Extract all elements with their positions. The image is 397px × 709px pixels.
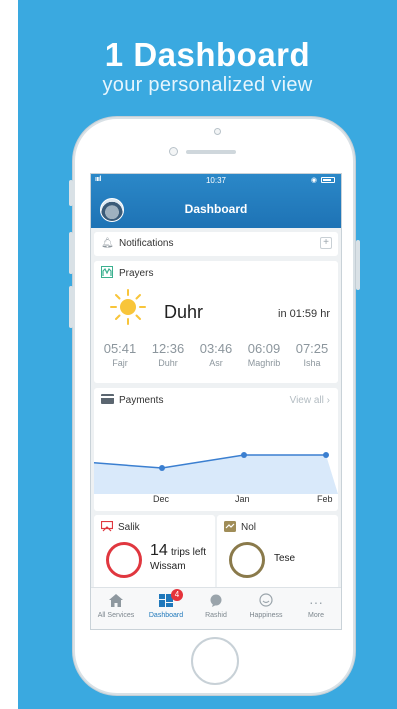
sensor-dot — [214, 128, 221, 135]
prayers-card[interactable]: Prayers Duhr in 01:59 hr 05:41 Fajr 12:36… — [94, 261, 338, 383]
power-button — [356, 240, 360, 290]
tab-label: More — [308, 612, 324, 619]
prayers-icon — [101, 266, 113, 281]
tab-label: Rashid — [205, 612, 227, 619]
notification-badge: 4 — [171, 589, 183, 601]
nol-title: Nol — [241, 522, 257, 533]
prayer-name: Asr — [209, 358, 223, 368]
prayer-time-item: 07:25 Isha — [296, 341, 329, 368]
card-icon — [101, 394, 114, 407]
page-title: Dashboard — [184, 202, 248, 216]
prayer-name: Fajr — [112, 358, 128, 368]
status-time: 10:37 — [205, 176, 227, 185]
nol-icon — [224, 521, 236, 535]
view-all-link[interactable]: View all › — [290, 395, 330, 406]
payments-point — [241, 452, 247, 458]
battery-icon — [321, 177, 335, 183]
prayer-time-item: 12:36 Duhr — [152, 341, 185, 368]
app-screen: ıııl 10:37 ◉ Dashboard 🔔︎ Notifications … — [90, 173, 342, 630]
chevron-right-icon: › — [326, 395, 330, 406]
notifications-title: Notifications — [119, 238, 174, 249]
prayer-time-item: 03:46 Asr — [200, 341, 233, 368]
front-camera — [169, 147, 178, 156]
sun-icon — [110, 289, 146, 325]
x-tick-label: Dec — [153, 494, 170, 504]
tab-happiness[interactable]: Happiness — [241, 588, 291, 629]
tab-label: Dashboard — [148, 612, 184, 619]
salik-icon — [100, 520, 114, 535]
prayer-name: Maghrib — [247, 358, 281, 368]
trips-count: 14 — [150, 542, 168, 559]
tab-label: All Services — [97, 612, 135, 619]
bell-icon: 🔔︎ — [101, 238, 114, 249]
nol-balance-ring — [229, 542, 265, 578]
payments-chart — [94, 452, 338, 494]
dashboard-icon — [141, 593, 191, 611]
payments-point — [323, 452, 329, 458]
nol-card[interactable]: Nol Tese — [217, 515, 338, 595]
trips-label: trips left — [171, 547, 207, 558]
tab-rashid[interactable]: Rashid — [191, 588, 241, 629]
tab-more[interactable]: ··· More — [291, 588, 341, 629]
salik-card[interactable]: Salik 14 trips left Wissam — [94, 515, 215, 595]
smile-icon — [241, 593, 291, 611]
prayer-time: 05:41 — [103, 341, 137, 356]
add-notification-button[interactable]: + — [320, 237, 332, 249]
x-tick-label: Feb — [317, 494, 333, 504]
notifications-card[interactable]: 🔔︎ Notifications + — [94, 232, 338, 256]
salik-title: Salik — [118, 522, 140, 533]
prayer-name: Isha — [303, 358, 321, 368]
payments-area — [94, 455, 338, 494]
status-icons: ◉ — [311, 176, 335, 184]
prayer-time: 06:09 — [247, 341, 281, 356]
prayer-time: 03:46 — [199, 341, 233, 356]
mute-switch — [69, 180, 73, 206]
salik-account-name: Wissam — [150, 561, 186, 572]
prayer-name: Duhr — [158, 358, 178, 368]
tab-all-services[interactable]: All Services — [91, 588, 141, 629]
x-tick-label: Jan — [235, 494, 250, 504]
salik-balance-ring — [106, 542, 142, 578]
hero-title: 1 Dashboard — [104, 36, 311, 73]
prayers-title: Prayers — [119, 268, 154, 279]
view-all-label: View all — [289, 395, 324, 406]
prayer-time: 07:25 — [295, 341, 329, 356]
prayer-countdown: in 01:59 hr — [278, 308, 330, 320]
tab-dashboard[interactable]: 4 Dashboard — [141, 588, 191, 629]
app-header: ıııl 10:37 ◉ Dashboard — [91, 174, 341, 228]
prayer-time: 12:36 — [151, 341, 185, 356]
volume-up-button — [69, 232, 73, 274]
lock-rotation-icon: ◉ — [310, 177, 317, 184]
hero-subtitle: your personalized view — [102, 74, 313, 96]
bottom-tab-bar: All Services 4 Dashboard Rashid Happines… — [91, 587, 341, 629]
prayer-time-item: 06:09 Maghrib — [248, 341, 281, 368]
tab-label: Happiness — [249, 612, 283, 619]
nol-card-name: Tese — [274, 553, 296, 564]
speaker-grille — [186, 150, 236, 154]
home-icon — [91, 593, 141, 611]
payments-title: Payments — [119, 395, 164, 406]
home-button[interactable] — [191, 637, 239, 685]
payments-card[interactable]: Payments View all › Dec Jan Feb — [94, 388, 338, 511]
current-prayer: Duhr — [164, 302, 204, 322]
prayer-times-row: 05:41 Fajr 12:36 Duhr 03:46 Asr 06:09 Maghri… — [94, 341, 338, 368]
prayer-time-item: 05:41 Fajr — [104, 341, 137, 368]
more-icon: ··· — [309, 594, 323, 610]
volume-down-button — [69, 286, 73, 328]
phone-frame: ıııl 10:37 ◉ Dashboard 🔔︎ Notifications … — [73, 117, 355, 695]
chat-icon — [191, 593, 241, 611]
payments-point — [159, 465, 165, 471]
